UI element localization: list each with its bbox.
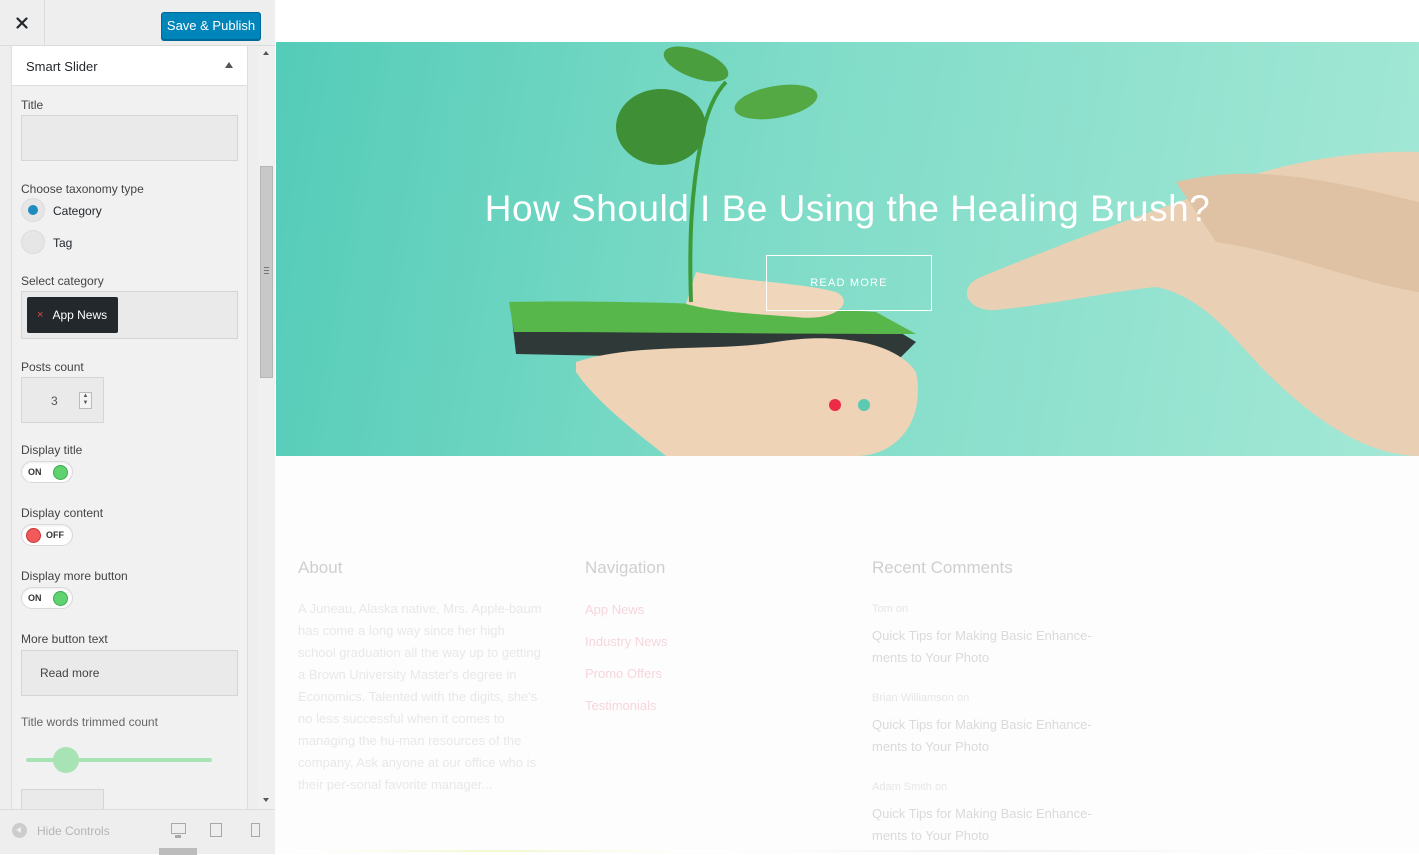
display-more-toggle[interactable]: ON	[21, 587, 73, 609]
scroll-up-icon[interactable]	[263, 51, 269, 55]
nav-link-testimonials[interactable]: Testimonials	[585, 698, 657, 713]
display-content-toggle[interactable]: OFF	[21, 524, 73, 546]
section-header[interactable]: Smart Slider	[12, 46, 247, 86]
posts-count-value: 3	[51, 394, 58, 408]
title-label: Title	[21, 98, 44, 112]
close-icon	[16, 17, 28, 29]
category-chip: × App News	[27, 297, 119, 333]
read-more-button[interactable]: READ MORE	[766, 255, 932, 311]
radio-category-label: Category	[53, 204, 102, 218]
posts-count-input[interactable]: 3 ▲ ▼	[21, 377, 104, 423]
toggle-state: ON	[28, 593, 42, 603]
posts-count-label: Posts count	[21, 360, 84, 374]
customizer-footer: Hide Controls	[0, 809, 275, 855]
grip-icon	[264, 267, 269, 274]
comment-author[interactable]: Brian Williamson on	[872, 692, 969, 704]
display-title-label: Display title	[21, 443, 83, 457]
panel-scrollbar[interactable]	[258, 46, 275, 809]
remove-chip-icon[interactable]: ×	[37, 297, 43, 333]
toggle-knob	[26, 528, 41, 543]
taxonomy-label: Choose taxonomy type	[21, 182, 144, 196]
hero-title: How Should I Be Using the Healing Brush?	[484, 188, 1211, 229]
category-chip-label: App News	[52, 308, 108, 322]
recent-comments-title: Recent Comments	[872, 558, 1013, 577]
trim-label: Title words trimmed count	[21, 715, 158, 729]
mobile-icon[interactable]	[251, 823, 260, 837]
scrollbar-thumb[interactable]	[260, 166, 273, 378]
controls-panel: Smart Slider Title Choose taxonomy type …	[11, 46, 248, 809]
trim-slider-handle[interactable]	[53, 747, 79, 773]
navigation-title: Navigation	[585, 558, 666, 577]
slider-dot[interactable]	[858, 399, 870, 411]
toggle-state: OFF	[46, 530, 64, 540]
customizer-sidebar: Save & Publish Smart Slider Title Choose…	[0, 0, 275, 855]
posts-count-stepper[interactable]: ▲ ▼	[79, 392, 92, 409]
hero-illustration	[509, 46, 1419, 456]
more-text-input[interactable]: Read more	[21, 650, 238, 696]
close-button[interactable]	[0, 0, 45, 46]
comment-post-link[interactable]: Quick Tips for Making Basic Enhance-ment…	[872, 803, 1117, 847]
display-more-label: Display more button	[21, 569, 128, 583]
scroll-down-icon[interactable]	[263, 798, 269, 802]
nav-link-industry-news[interactable]: Industry News	[585, 634, 667, 649]
toggle-state: ON	[28, 467, 42, 477]
site-footer-widgets: About A Juneau, Alaska native, Mrs. Appl…	[275, 456, 1419, 854]
caret-up-icon[interactable]	[225, 62, 233, 68]
collapse-arrow-icon	[12, 823, 27, 838]
hide-controls-label: Hide Controls	[37, 824, 110, 838]
toggle-knob	[53, 591, 68, 606]
title-input[interactable]	[21, 115, 238, 161]
category-select-label: Select category	[21, 274, 104, 288]
tablet-icon[interactable]	[210, 823, 222, 837]
footer-divider	[297, 850, 1297, 852]
toggle-knob	[53, 465, 68, 480]
more-text-label: More button text	[21, 632, 108, 646]
save-publish-button[interactable]: Save & Publish	[161, 12, 261, 40]
nav-link-app-news[interactable]: App News	[585, 602, 644, 617]
section-title: Smart Slider	[26, 59, 98, 74]
radio-tag-label: Tag	[53, 236, 73, 250]
hero-slider: How Should I Be Using the Healing Brush?…	[276, 42, 1419, 456]
about-title: About	[298, 558, 343, 577]
nav-link-promo-offers[interactable]: Promo Offers	[585, 666, 662, 681]
comment-post-link[interactable]: Quick Tips for Making Basic Enhance-ment…	[872, 625, 1117, 669]
trim-count-input[interactable]	[21, 789, 104, 809]
customizer-header: Save & Publish	[0, 0, 275, 46]
about-text: A Juneau, Alaska native, Mrs. Apple-baum…	[298, 601, 542, 792]
desktop-icon[interactable]	[171, 823, 186, 838]
comment-author[interactable]: Adam Smith on	[872, 781, 947, 793]
display-title-toggle[interactable]: ON	[21, 461, 73, 483]
slider-dot-active[interactable]	[829, 399, 841, 411]
display-content-label: Display content	[21, 506, 104, 520]
category-select[interactable]: × App News	[21, 291, 238, 339]
comment-post-link[interactable]: Quick Tips for Making Basic Enhance-ment…	[872, 714, 1117, 758]
radio-category[interactable]	[21, 198, 45, 222]
comment-author[interactable]: Tom on	[872, 603, 908, 615]
radio-tag[interactable]	[21, 230, 45, 254]
more-text-value: Read more	[40, 666, 100, 680]
site-preview: How Should I Be Using the Healing Brush?…	[275, 0, 1419, 854]
